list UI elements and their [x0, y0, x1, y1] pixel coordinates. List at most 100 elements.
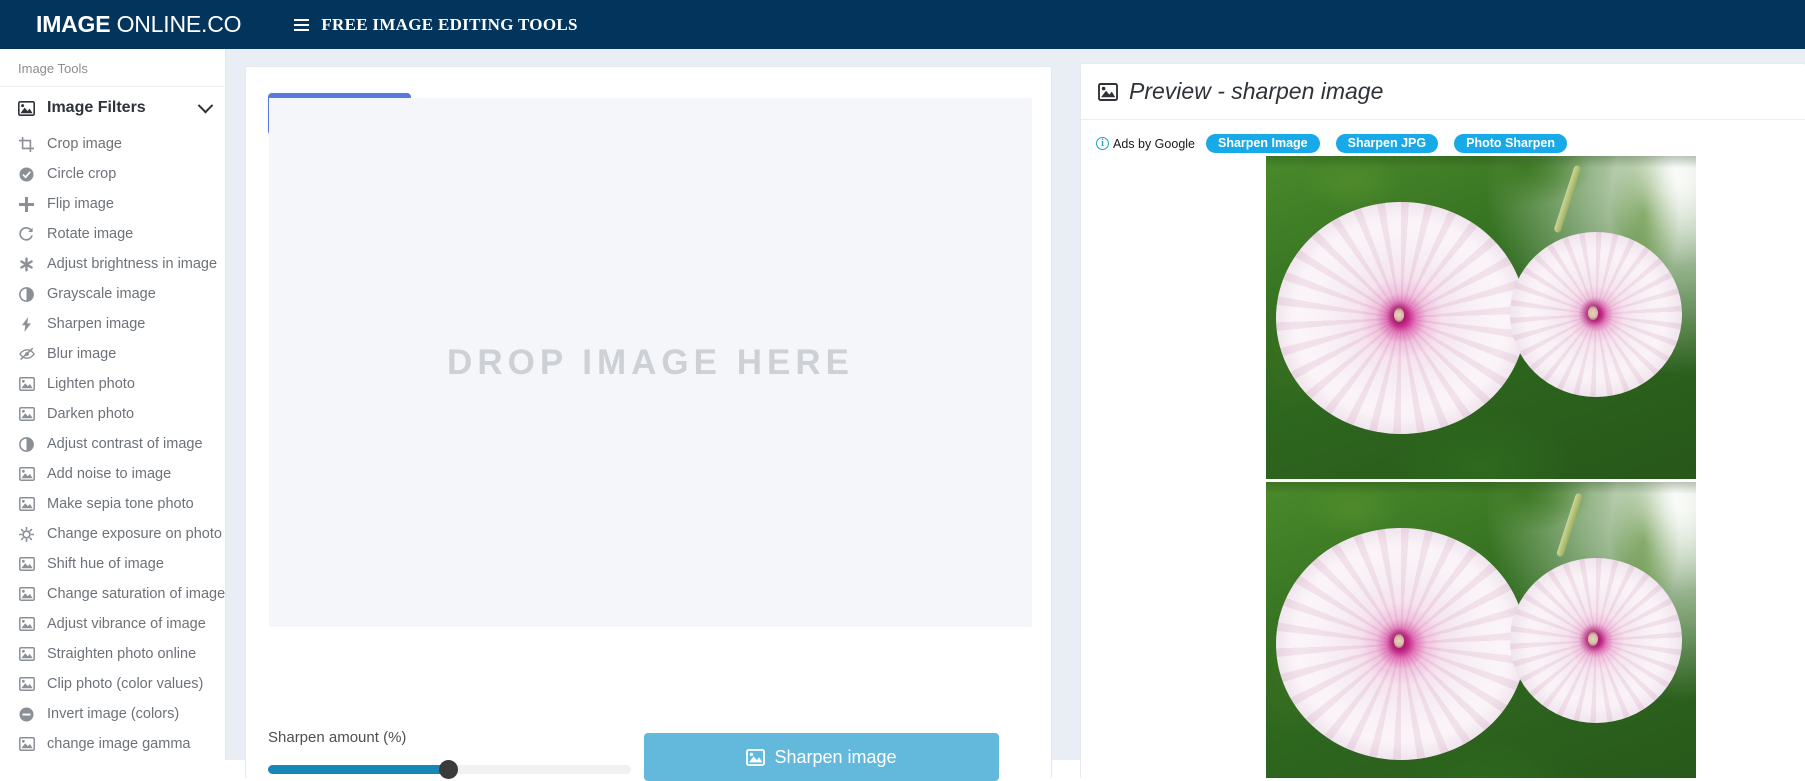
- asterisk-icon: [18, 256, 35, 273]
- sidebar-item-label: Adjust brightness in image: [47, 256, 218, 272]
- sidebar-item-label: Make sepia tone photo: [47, 496, 194, 512]
- image-dropzone[interactable]: DROP IMAGE HERE: [269, 98, 1032, 627]
- flower-bloom-large: [1276, 202, 1526, 434]
- sidebar-item-darken-photo[interactable]: Darken photo: [0, 399, 225, 429]
- sidebar-item-lighten-photo[interactable]: Lighten photo: [0, 369, 225, 399]
- sidebar-item-label: Change saturation of image: [47, 586, 226, 602]
- sidebar-group-label: Image Filters: [47, 99, 146, 116]
- flower-bloom-small: [1510, 558, 1682, 723]
- flower-bloom-small: [1510, 232, 1682, 397]
- editor-panel: Select image DROP IMAGE HERE Sharpen amo…: [245, 66, 1053, 781]
- sidebar: Image Tools Image Filters Crop image Cir…: [0, 49, 226, 760]
- sidebar-item-crop-image[interactable]: Crop image: [0, 129, 225, 159]
- image-icon: [746, 748, 766, 766]
- sidebar-item-label: Add noise to image: [47, 466, 172, 482]
- minus-circle-icon: [18, 706, 35, 723]
- sidebar-item-label: Circle crop: [47, 166, 117, 182]
- preview-header: Preview - sharpen image: [1081, 64, 1805, 120]
- sharpen-image-button[interactable]: Sharpen image: [644, 733, 999, 781]
- image-icon: [18, 736, 35, 753]
- sidebar-item-add-noise[interactable]: Add noise to image: [0, 459, 225, 489]
- top-navbar: IMAGE ONLINE.CO FREE IMAGE EDITING TOOLS: [0, 0, 1805, 49]
- sidebar-item-label: Change exposure on photo: [47, 526, 222, 542]
- sidebar-item-sharpen-image[interactable]: Sharpen image: [0, 309, 225, 339]
- crop-icon: [18, 136, 35, 153]
- flower-bloom-large: [1276, 528, 1526, 760]
- image-icon: [18, 100, 35, 117]
- sidebar-item-label: Sharpen image: [47, 316, 146, 332]
- sharpen-amount-label: Sharpen amount (%): [268, 729, 407, 746]
- check-circle-icon: [18, 166, 35, 183]
- logo-light-text: ONLINE.CO: [110, 11, 242, 37]
- nav-menu-toggle[interactable]: FREE IMAGE EDITING TOOLS: [294, 15, 577, 35]
- sidebar-item-label: Shift hue of image: [47, 556, 164, 572]
- sidebar-item-grayscale-image[interactable]: Grayscale image: [0, 279, 225, 309]
- ad-pill-sharpen-image[interactable]: Sharpen Image: [1206, 134, 1320, 153]
- bolt-icon: [18, 316, 35, 333]
- sidebar-item-label: Straighten photo online: [47, 646, 197, 662]
- sharpen-amount-slider[interactable]: [268, 760, 631, 779]
- preview-image-original: [1266, 156, 1696, 479]
- sidebar-item-shift-hue[interactable]: Shift hue of image: [0, 549, 225, 579]
- sidebar-item-change-gamma[interactable]: change image gamma: [0, 729, 225, 759]
- rotate-icon: [18, 226, 35, 243]
- sidebar-item-adjust-brightness[interactable]: Adjust brightness in image: [0, 249, 225, 279]
- sidebar-item-flip-image[interactable]: Flip image: [0, 189, 225, 219]
- preview-panel: Preview - sharpen image i Ads by Google …: [1080, 63, 1805, 778]
- sharpen-image-label: Sharpen image: [774, 746, 897, 767]
- dropzone-text: DROP IMAGE HERE: [447, 342, 854, 382]
- photo-top-shade: [1266, 482, 1696, 494]
- nav-menu-label: FREE IMAGE EDITING TOOLS: [321, 14, 578, 34]
- sidebar-item-change-saturation[interactable]: Change saturation of image: [0, 579, 225, 609]
- sidebar-item-straighten-photo[interactable]: Straighten photo online: [0, 639, 225, 669]
- sidebar-item-label: Grayscale image: [47, 286, 156, 302]
- slider-fill: [268, 765, 448, 774]
- chevron-down-icon[interactable]: [197, 97, 214, 113]
- sidebar-item-label: Clip photo (color values): [47, 676, 204, 692]
- image-icon: [18, 556, 35, 573]
- sidebar-item-rotate-image[interactable]: Rotate image: [0, 219, 225, 249]
- image-icon: [18, 676, 35, 693]
- logo-bold-text: IMAGE: [36, 11, 111, 37]
- sidebar-item-label: Flip image: [47, 196, 114, 212]
- image-icon: [18, 376, 35, 393]
- sidebar-item-label: Blur image: [47, 346, 117, 362]
- image-icon: [18, 466, 35, 483]
- ad-pill-photo-sharpen[interactable]: Photo Sharpen: [1454, 134, 1568, 153]
- preview-title: Preview - sharpen image: [1129, 78, 1384, 104]
- sidebar-heading: Image Tools: [0, 49, 225, 87]
- sharpen-controls: Sharpen amount (%) Sharpen image: [246, 667, 1053, 781]
- sidebar-item-label: Rotate image: [47, 226, 134, 242]
- site-logo[interactable]: IMAGE ONLINE.CO: [36, 11, 242, 38]
- image-icon: [1098, 82, 1118, 101]
- sidebar-group-image-filters[interactable]: Image Filters: [0, 87, 225, 129]
- sidebar-item-invert-image[interactable]: Invert image (colors): [0, 699, 225, 729]
- sidebar-item-circle-crop[interactable]: Circle crop: [0, 159, 225, 189]
- sidebar-item-adjust-contrast[interactable]: Adjust contrast of image: [0, 429, 225, 459]
- sidebar-menu: Crop image Circle crop Flip image Rotate…: [0, 129, 225, 759]
- photo-divider: [1081, 479, 1805, 481]
- image-icon: [18, 646, 35, 663]
- sidebar-item-label: Crop image: [47, 136, 122, 152]
- image-icon: [18, 616, 35, 633]
- sidebar-item-label: Adjust contrast of image: [47, 436, 203, 452]
- hamburger-icon: [294, 18, 310, 31]
- slider-thumb[interactable]: [439, 760, 458, 779]
- sidebar-item-adjust-vibrance[interactable]: Adjust vibrance of image: [0, 609, 225, 639]
- image-icon: [18, 496, 35, 513]
- sidebar-item-label: change image gamma: [47, 736, 191, 752]
- photo-top-shade: [1266, 156, 1696, 168]
- sidebar-item-sepia-tone[interactable]: Make sepia tone photo: [0, 489, 225, 519]
- sidebar-item-blur-image[interactable]: Blur image: [0, 339, 225, 369]
- image-icon: [18, 586, 35, 603]
- sidebar-item-clip-photo[interactable]: Clip photo (color values): [0, 669, 225, 699]
- sidebar-item-label: Invert image (colors): [47, 706, 180, 722]
- plus-icon: [18, 196, 35, 213]
- image-icon: [18, 406, 35, 423]
- half-circle-icon: [18, 436, 35, 453]
- sidebar-item-label: Adjust vibrance of image: [47, 616, 206, 632]
- sidebar-item-change-exposure[interactable]: Change exposure on photo: [0, 519, 225, 549]
- info-icon[interactable]: i: [1096, 137, 1109, 150]
- eye-slash-icon: [18, 346, 35, 363]
- ad-pill-sharpen-jpg[interactable]: Sharpen JPG: [1335, 134, 1439, 153]
